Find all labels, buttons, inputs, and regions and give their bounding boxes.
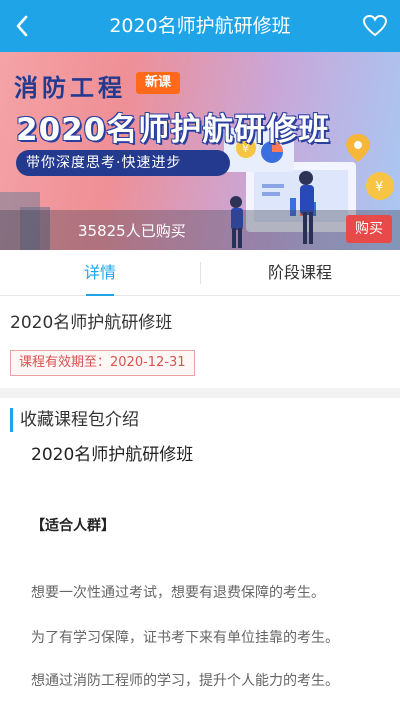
buy-button[interactable]: 购买 <box>346 215 392 243</box>
audience-item: 想要一次性通过考试，想要有退费保障的考生。 <box>31 585 325 601</box>
validity-badge: 课程有效期至：2020-12-31 <box>10 350 195 376</box>
tab-details[interactable]: 详情 <box>0 250 200 296</box>
chevron-left-icon <box>16 15 28 37</box>
section-divider <box>0 388 400 398</box>
purchase-count: 35825人已购买 <box>78 222 186 240</box>
intro-section-title: 收藏课程包介绍 <box>10 408 139 432</box>
active-tab-indicator <box>86 294 114 296</box>
back-button[interactable] <box>6 10 38 42</box>
page-title: 2020名师护航研修班 <box>109 15 291 37</box>
favorite-button[interactable] <box>358 10 392 42</box>
banner-headline: 2020名师护航研修班 <box>16 112 331 148</box>
tab-bar: 详情 阶段课程 <box>0 250 400 296</box>
purchase-strip <box>0 210 400 250</box>
banner-topic: 消防工程 <box>14 74 126 102</box>
heart-outline-icon <box>362 14 388 37</box>
course-title: 2020名师护航研修班 <box>10 313 173 333</box>
banner-slogan: 带你深度思考·快速进步 <box>16 150 230 176</box>
tab-details-label: 详情 <box>83 263 116 282</box>
intro-course-name: 2020名师护航研修班 <box>31 445 194 465</box>
audience-heading: 【适合人群】 <box>31 518 115 534</box>
audience-item: 为了有学习保障，证书考下来有单位挂靠的考生。 <box>31 630 339 646</box>
top-nav-bar: 2020名师护航研修班 <box>0 0 400 52</box>
tab-stage-courses-label: 阶段课程 <box>267 263 332 282</box>
tab-stage-courses[interactable]: 阶段课程 <box>200 250 400 296</box>
course-banner: ¥ ¥ 消防工程 新课 2020名师护航研修班 带你深度思考·快速进步 3582… <box>0 52 400 250</box>
audience-item: 想通过消防工程师的学习，提升个人能力的考生。 <box>31 673 339 689</box>
svg-text:¥: ¥ <box>375 180 383 195</box>
new-course-badge: 新课 <box>136 72 180 94</box>
